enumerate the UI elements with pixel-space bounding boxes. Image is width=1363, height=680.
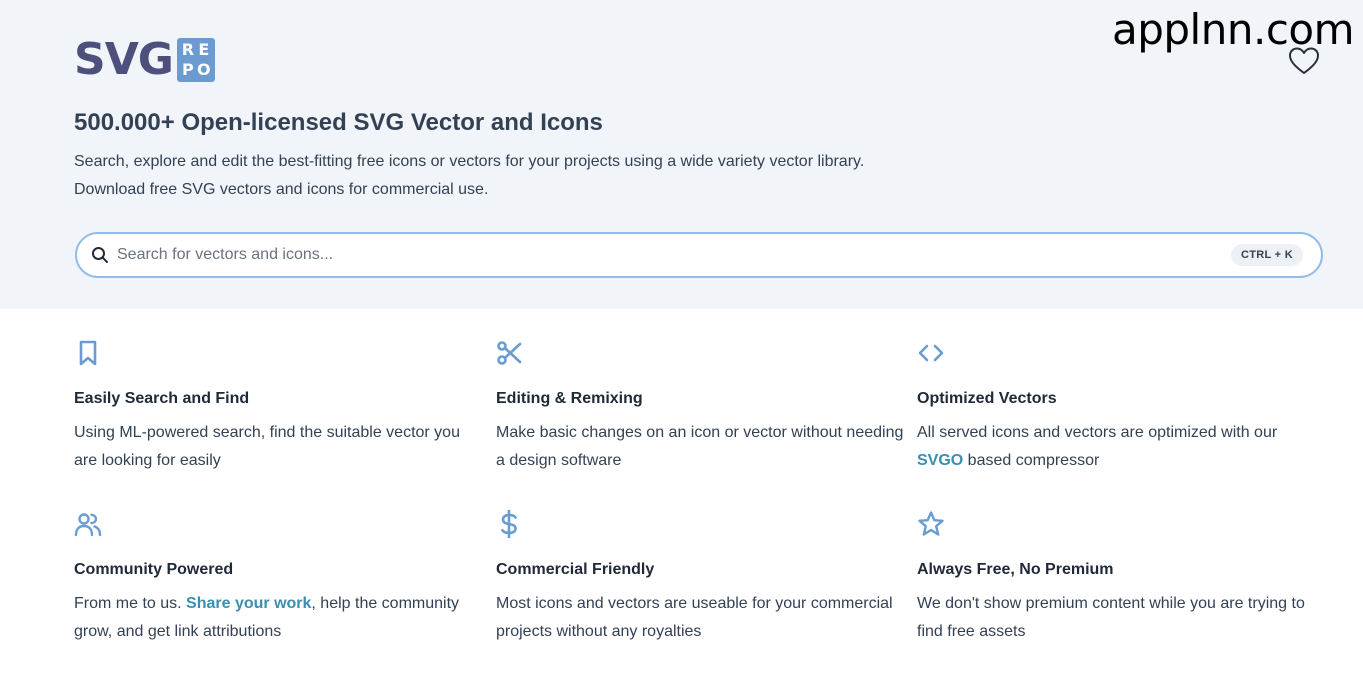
feature-text: All served icons and vectors are optimiz…	[917, 419, 1327, 475]
feature-text-part: based compressor	[963, 452, 1100, 469]
page-title: 500.000+ Open-licensed SVG Vector and Ic…	[74, 109, 603, 136]
feature-text: From me to us. Share your work, help the…	[74, 590, 484, 646]
feature-search: Easily Search and Find Using ML-powered …	[74, 339, 484, 469]
feature-optimized: Optimized Vectors All served icons and v…	[917, 339, 1327, 469]
feature-text-part: From me to us.	[74, 595, 187, 612]
search-bar[interactable]: CTRL + K	[75, 232, 1323, 278]
logo-badge-letter: R	[181, 40, 195, 59]
dollar-icon	[501, 510, 517, 538]
feature-free: Always Free, No Premium We don't show pr…	[917, 510, 1327, 640]
hero-section: SVG R E P O applnn.com 500.000+ Open-lic…	[0, 0, 1363, 309]
feature-editing: Editing & Remixing Make basic changes on…	[496, 339, 906, 469]
star-icon	[918, 511, 944, 536]
page-description: Search, explore and edit the best-fittin…	[74, 153, 865, 170]
feature-commercial: Commercial Friendly Most icons and vecto…	[496, 510, 906, 640]
share-your-work-link[interactable]: Share your work	[186, 595, 311, 612]
logo-badge: R E P O	[176, 38, 215, 82]
heart-icon[interactable]	[1288, 46, 1320, 76]
feature-title: Commercial Friendly	[496, 561, 655, 578]
keyboard-shortcut-badge: CTRL + K	[1230, 244, 1303, 266]
feature-title: Easily Search and Find	[74, 390, 250, 407]
feature-title: Community Powered	[74, 561, 234, 578]
feature-community: Community Powered From me to us. Share y…	[74, 510, 484, 640]
feature-text: Using ML-powered search, find the suitab…	[74, 424, 460, 469]
logo-text: SVG	[74, 34, 174, 85]
page-description-secondary: Download free SVG vectors and icons for …	[74, 181, 489, 198]
logo-badge-letter: O	[197, 60, 211, 79]
svgo-link[interactable]: SVGO	[917, 452, 963, 469]
logo-badge-letter: P	[181, 60, 194, 79]
feature-title: Always Free, No Premium	[917, 561, 1114, 578]
code-icon	[918, 344, 944, 362]
feature-text: Make basic changes on an icon or vector …	[496, 424, 904, 469]
feature-text: We don't show premium content while you …	[917, 595, 1305, 640]
scissors-icon	[497, 341, 522, 365]
feature-text-part: All served icons and vectors are optimiz…	[917, 424, 1278, 441]
search-input[interactable]	[117, 234, 1217, 276]
feature-title: Editing & Remixing	[496, 390, 643, 407]
logo-badge-letter: E	[198, 40, 210, 59]
users-icon	[74, 513, 102, 537]
svgrepo-logo[interactable]: SVG R E P O	[74, 38, 215, 82]
bookmark-icon	[79, 340, 97, 366]
search-icon	[92, 247, 108, 263]
feature-title: Optimized Vectors	[917, 390, 1057, 407]
feature-text: Most icons and vectors are useable for y…	[496, 595, 893, 640]
